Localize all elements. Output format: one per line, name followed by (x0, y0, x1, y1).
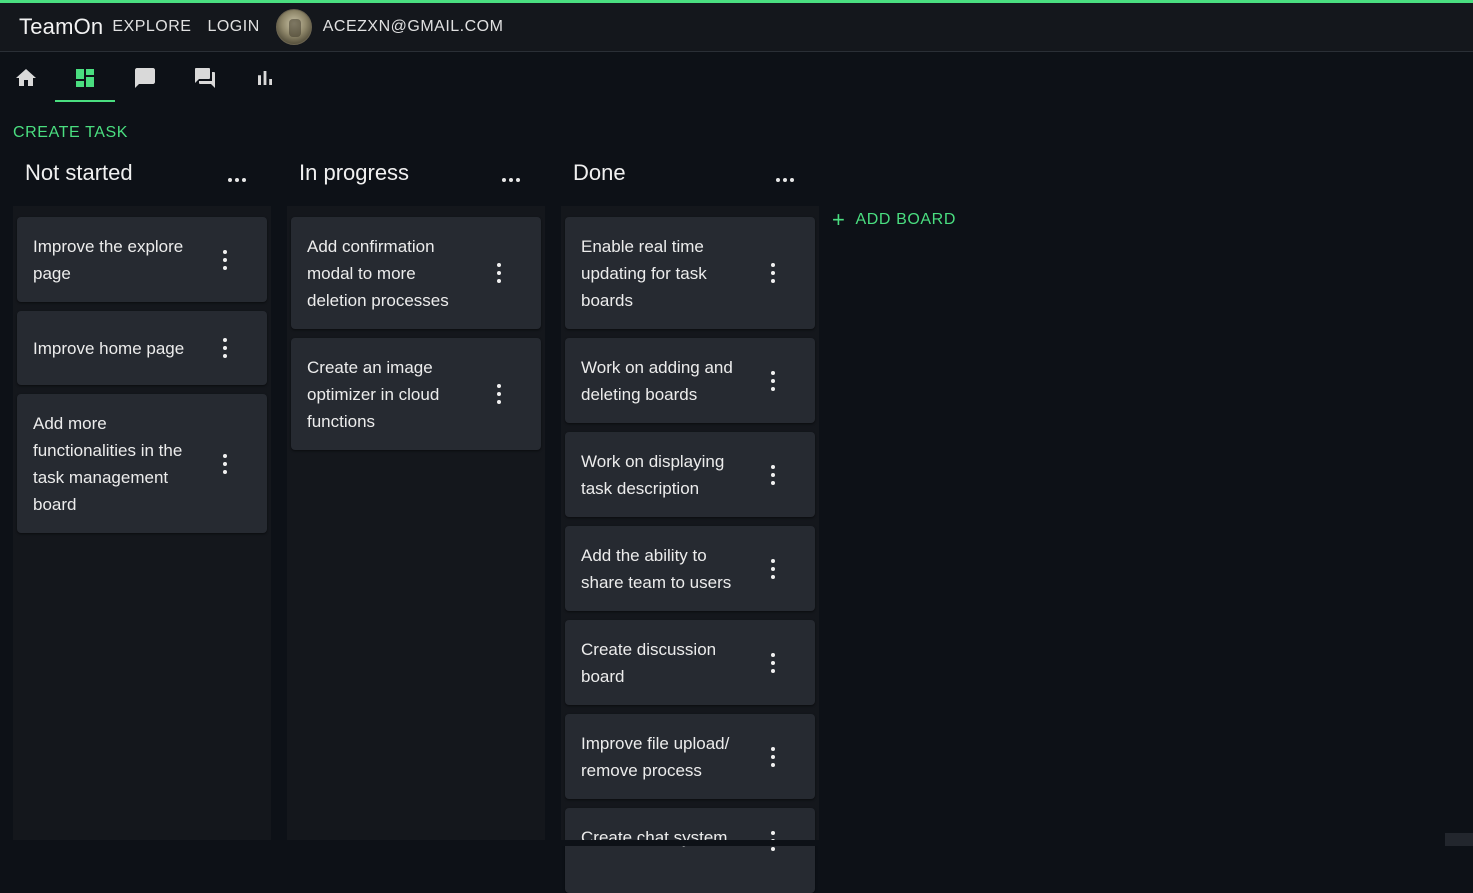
user-email[interactable]: ACEZXN@GMAIL.COM (323, 18, 504, 36)
bar-chart-icon (258, 71, 272, 85)
board-done: Done Enable real time updating for task … (561, 150, 819, 893)
task-menu-icon[interactable] (769, 653, 777, 673)
home-tab[interactable] (0, 53, 56, 103)
task-title: Improve home page (33, 339, 185, 358)
task-card[interactable]: Enable real time updating for task board… (565, 217, 815, 329)
task-card[interactable]: Create discussion board (565, 620, 815, 705)
task-title: Work on adding and deleting boards (581, 358, 733, 404)
task-menu-icon[interactable] (221, 454, 229, 474)
task-menu-icon[interactable] (495, 384, 503, 404)
active-tab-indicator (55, 100, 115, 102)
dot (516, 178, 520, 182)
chat-bubble-icon (135, 68, 155, 88)
task-title: Enable real time updating for task board… (581, 237, 707, 310)
task-card[interactable]: Work on adding and deleting boards (565, 338, 815, 423)
board-title: Not started (25, 160, 133, 185)
task-menu-icon[interactable] (769, 465, 777, 485)
task-title: Create chat system (581, 828, 728, 847)
task-card[interactable]: Add confirmation modal to more deletion … (291, 217, 541, 329)
dot (509, 178, 513, 182)
dot (235, 178, 239, 182)
nav-login-link[interactable]: LOGIN (207, 18, 259, 36)
task-title: Add confirmation modal to more deletion … (307, 237, 449, 310)
board-menu-button[interactable] (773, 170, 797, 190)
task-title: Improve the explore page (33, 237, 184, 283)
dot (776, 178, 780, 182)
board-not-started: Not started Improve the explore page Imp… (13, 150, 271, 846)
forum-tab[interactable] (175, 53, 235, 103)
dot (790, 178, 794, 182)
stats-tab[interactable] (235, 53, 295, 103)
dot (242, 178, 246, 182)
board-menu-button[interactable] (225, 170, 249, 190)
forum-icon (195, 68, 215, 88)
create-task-button[interactable]: CREATE TASK (13, 124, 128, 142)
avatar[interactable] (275, 9, 312, 45)
board-title: Done (573, 160, 626, 185)
task-card[interactable]: Improve the explore page (17, 217, 267, 302)
dot (783, 178, 787, 182)
top-app-bar: TeamOn EXPLORE LOGIN ACEZXN@GMAIL.COM (0, 3, 1473, 52)
scroll-corner (1445, 833, 1473, 846)
dot (228, 178, 232, 182)
plus-icon: + (832, 207, 846, 232)
dot (502, 178, 506, 182)
task-card[interactable]: Add more functionalities in the task man… (17, 394, 267, 533)
task-menu-icon[interactable] (769, 747, 777, 767)
task-card[interactable]: Add the ability to share team to users (565, 526, 815, 611)
task-card[interactable]: Improve home page (17, 311, 267, 385)
board-in-progress: In progress Add confirmation modal to mo… (287, 150, 545, 846)
add-board-label: ADD BOARD (855, 211, 956, 228)
task-card[interactable]: Improve file upload/ remove process (565, 714, 815, 799)
board-menu-button[interactable] (499, 170, 523, 190)
home-icon (16, 69, 36, 86)
chat-tab[interactable] (115, 53, 175, 103)
task-menu-icon[interactable] (221, 250, 229, 270)
task-menu-icon[interactable] (769, 371, 777, 391)
task-menu-icon[interactable] (769, 263, 777, 283)
task-title: Create discussion board (581, 640, 717, 686)
task-title: Improve file upload/ remove process (581, 734, 730, 780)
task-menu-icon[interactable] (769, 559, 777, 579)
task-title: Add more functionalities in the task man… (33, 414, 183, 514)
add-board-button[interactable]: + ADD BOARD (832, 208, 956, 232)
dashboard-icon (76, 69, 94, 87)
task-title: Add the ability to share team to users (581, 546, 732, 592)
task-card[interactable]: Work on displaying task description (565, 432, 815, 517)
board-title: In progress (299, 160, 410, 185)
bottom-edge (0, 840, 1473, 846)
task-menu-icon[interactable] (221, 338, 229, 358)
task-card[interactable]: Create an image optimizer in cloud funct… (291, 338, 541, 450)
task-title: Work on displaying task description (581, 452, 725, 498)
nav-explore-link[interactable]: EXPLORE (112, 18, 191, 36)
section-icon-bar (0, 53, 300, 103)
task-card[interactable]: Create chat system (565, 808, 815, 893)
dashboard-tab[interactable] (55, 53, 115, 103)
task-menu-icon[interactable] (495, 263, 503, 283)
task-title: Create an image optimizer in cloud funct… (307, 358, 440, 431)
brand-logo[interactable]: TeamOn (19, 14, 103, 40)
